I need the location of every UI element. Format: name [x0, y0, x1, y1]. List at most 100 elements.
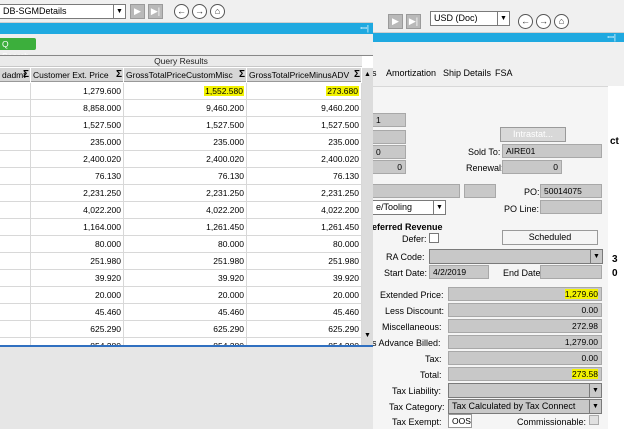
- chevron-down-icon[interactable]: ▼: [589, 400, 601, 413]
- table-cell: 273.680: [247, 83, 362, 100]
- sigma-icon[interactable]: Σ: [239, 68, 245, 82]
- side-fragment-1: ct: [610, 136, 619, 147]
- chevron-down-icon[interactable]: ▼: [497, 12, 509, 25]
- column-header-gross-total-minus-adv[interactable]: GrossTotalPriceMinusADV Σ: [247, 68, 362, 82]
- tax-field[interactable]: 0.00: [448, 351, 602, 365]
- last-record-icon[interactable]: ▶|: [148, 4, 163, 19]
- table-cell: 20.000: [247, 287, 362, 304]
- home-circle-icon[interactable]: ⌂: [554, 14, 569, 29]
- forward-circle-icon[interactable]: →: [536, 14, 551, 29]
- table-cell: 39.920: [124, 270, 247, 287]
- chevron-down-icon[interactable]: ▼: [113, 5, 125, 18]
- table-row[interactable]: 235.000 235.000 235.000: [0, 134, 362, 151]
- less-discount-label: Less Discount:: [385, 306, 445, 316]
- scroll-up-icon[interactable]: ▲: [362, 71, 373, 81]
- tooling-select[interactable]: e/Tooling ▼: [372, 200, 446, 215]
- cell-value: 45.460: [218, 307, 244, 317]
- table-row[interactable]: 625.290 625.290 625.290: [0, 321, 362, 338]
- intrastat-button[interactable]: Intrastat...: [500, 127, 566, 142]
- table-cell: 2,400.020: [247, 151, 362, 168]
- table-row[interactable]: 4,022.200 4,022.200 4,022.200: [0, 202, 362, 219]
- pin-icon[interactable]: ꟷ|: [607, 32, 616, 43]
- table-cell: 20.000: [124, 287, 247, 304]
- cell-value: 2,400.020: [321, 154, 359, 164]
- commissionable-checkbox[interactable]: [589, 415, 599, 425]
- less-discount-field[interactable]: 0.00: [448, 303, 602, 317]
- cell-value: 1,279.600: [83, 86, 121, 96]
- dashboard-select[interactable]: DB-SGMDetails ▼: [0, 4, 126, 19]
- scheduled-button[interactable]: Scheduled: [502, 230, 598, 245]
- pin-icon[interactable]: ꟷ|: [360, 23, 369, 34]
- small-value-2: [372, 130, 406, 144]
- tax-liability-select[interactable]: ▼: [448, 383, 602, 398]
- tab-fsa[interactable]: FSA: [495, 68, 513, 78]
- next-record-icon[interactable]: ▶: [130, 4, 145, 19]
- grid-vertical-scrollbar[interactable]: ▲ ▼: [362, 68, 373, 346]
- table-row[interactable]: 1,527.500 1,527.500 1,527.500: [0, 117, 362, 134]
- back-circle-icon[interactable]: ←: [174, 4, 189, 19]
- next-record-icon[interactable]: ▶: [388, 14, 403, 29]
- table-row[interactable]: 1,279.600 1,552.580 273.680: [0, 83, 362, 100]
- defer-checkbox[interactable]: [429, 233, 439, 243]
- tax-category-select[interactable]: Tax Calculated by Tax Connect ▼: [448, 399, 602, 414]
- table-cell: 235.000: [247, 134, 362, 151]
- sigma-icon[interactable]: Σ: [116, 68, 122, 82]
- miscellaneous-field[interactable]: 272.98: [448, 319, 602, 333]
- chevron-down-icon[interactable]: ▼: [590, 250, 602, 263]
- home-circle-icon[interactable]: ⌂: [210, 4, 225, 19]
- total-field[interactable]: 273.58: [448, 367, 602, 381]
- chevron-down-icon[interactable]: ▼: [433, 201, 445, 214]
- tab-ship-details[interactable]: Ship Details: [443, 68, 491, 78]
- table-row[interactable]: 8,858.000 9,460.200 9,460.200: [0, 100, 362, 117]
- column-header-dadmt[interactable]: dadmt Σ: [0, 68, 31, 82]
- scroll-down-icon[interactable]: ▼: [362, 332, 373, 342]
- forward-circle-icon[interactable]: →: [192, 4, 207, 19]
- table-cell: [0, 134, 31, 151]
- ra-code-select[interactable]: ▼: [429, 249, 603, 264]
- cell-value: 76.130: [333, 171, 359, 181]
- cell-value: 1,261.450: [206, 222, 244, 232]
- table-row[interactable]: 80.000 80.000 80.000: [0, 236, 362, 253]
- table-cell: 80.000: [124, 236, 247, 253]
- table-cell: 1,261.450: [247, 219, 362, 236]
- cell-value: 251.980: [328, 256, 359, 266]
- tax-exempt-field[interactable]: OOS: [448, 414, 472, 428]
- back-circle-icon[interactable]: ←: [518, 14, 533, 29]
- start-date-field[interactable]: 4/2/2019: [429, 265, 489, 279]
- sold-to-label: Sold To:: [468, 147, 501, 157]
- cell-value: 76.130: [95, 171, 121, 181]
- tax-exempt-label: Tax Exempt:: [392, 417, 442, 427]
- sigma-icon[interactable]: Σ: [354, 68, 360, 82]
- table-row[interactable]: 251.980 251.980 251.980: [0, 253, 362, 270]
- sold-to-field[interactable]: AIRE01: [502, 144, 602, 158]
- sigma-icon[interactable]: Σ: [23, 68, 29, 82]
- quick-search-button[interactable]: Q Search: [0, 38, 36, 61]
- extended-price-value: 1,279.60: [564, 289, 598, 299]
- currency-select[interactable]: USD (Doc) ▼: [430, 11, 510, 26]
- table-row[interactable]: 39.920 39.920 39.920: [0, 270, 362, 287]
- table-row[interactable]: 2,400.020 2,400.020 2,400.020: [0, 151, 362, 168]
- tab-amortization[interactable]: Amortization: [386, 68, 436, 78]
- column-header-gross-total-custom-misc[interactable]: GrossTotalPriceCustomMisc Σ: [124, 68, 247, 82]
- table-row[interactable]: 1,164.000 1,261.450 1,261.450: [0, 219, 362, 236]
- po-field[interactable]: 50014075: [540, 184, 602, 198]
- last-record-icon[interactable]: ▶|: [406, 14, 421, 29]
- table-row[interactable]: 2,231.250 2,231.250 2,231.250: [0, 185, 362, 202]
- po-label: PO:: [524, 187, 540, 197]
- blank-field-b: [464, 184, 496, 198]
- commissionable-label: Commissionable:: [517, 417, 587, 427]
- table-row[interactable]: 76.130 76.130 76.130: [0, 168, 362, 185]
- renewal-field[interactable]: 0: [502, 160, 562, 174]
- extended-price-field[interactable]: 1,279.60: [448, 287, 602, 301]
- table-row[interactable]: 20.000 20.000 20.000: [0, 287, 362, 304]
- right-title-bar: ꟷ|: [372, 33, 624, 42]
- column-header-customer-ext-price[interactable]: Customer Ext. Price Σ: [31, 68, 124, 82]
- table-row[interactable]: 45.460 45.460 45.460: [0, 304, 362, 321]
- chevron-down-icon[interactable]: ▼: [589, 384, 601, 397]
- end-date-field[interactable]: [540, 265, 602, 279]
- table-cell: [0, 202, 31, 219]
- cell-value: 251.980: [213, 256, 244, 266]
- po-line-field[interactable]: [540, 200, 602, 214]
- advance-billed-field[interactable]: 1,279.00: [448, 335, 602, 349]
- side-fragment-3: 0: [612, 268, 618, 279]
